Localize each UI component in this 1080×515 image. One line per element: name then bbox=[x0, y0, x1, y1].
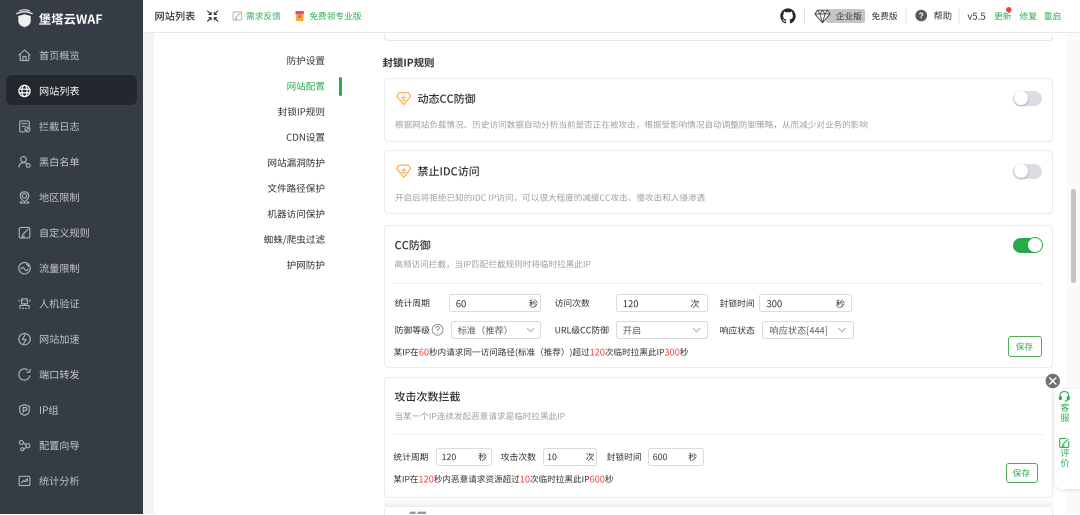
svg-text:?: ? bbox=[919, 11, 924, 20]
